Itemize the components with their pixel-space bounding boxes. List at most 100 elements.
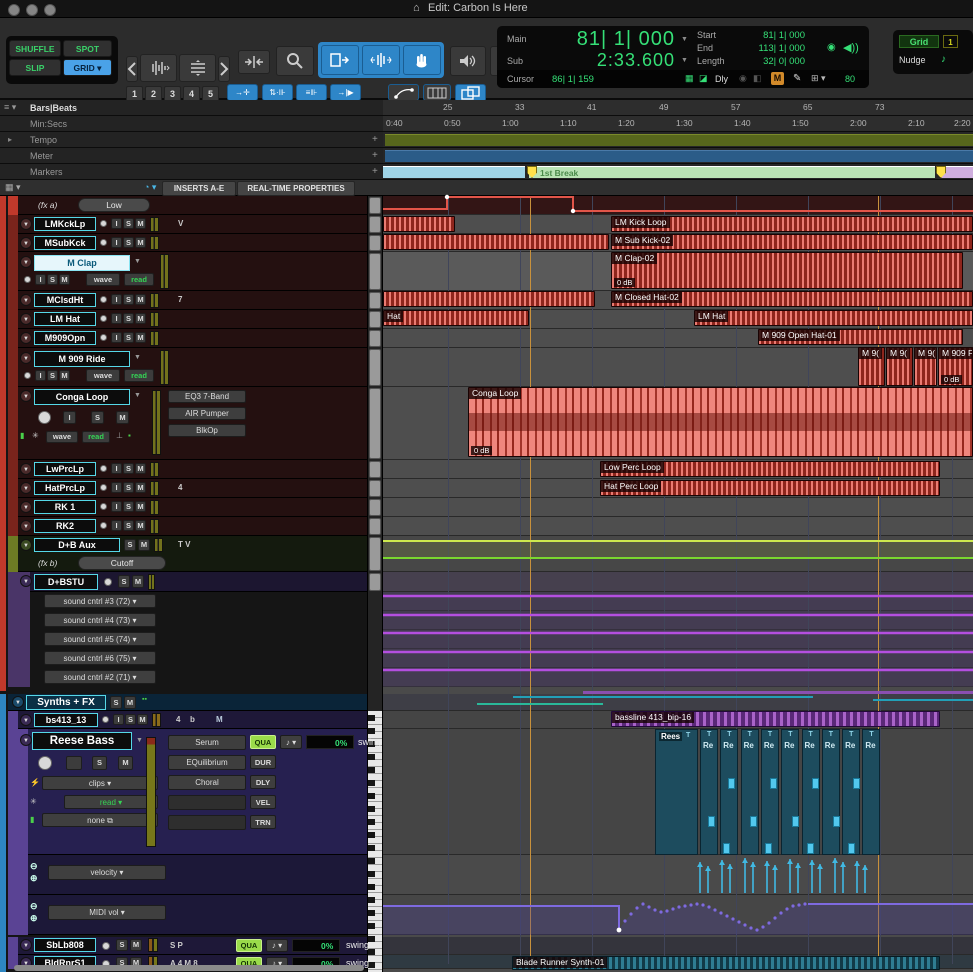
clip-m-clap-02[interactable]: M Clap-020 dB: [611, 252, 963, 289]
track-row-sblb808[interactable]: ▼SbLb808SMS PQUA♪ ▾0%swing: [8, 937, 367, 955]
record-enable-dot[interactable]: [24, 372, 31, 379]
track-name-dropdown-icon[interactable]: ▼: [134, 392, 141, 399]
track-collapse-button[interactable]: ▼: [20, 352, 32, 364]
track-row-conga-loop[interactable]: ▼Conga Loop▼ISM▮✳waveread⊥▪EQ3 7-BandAIR…: [8, 387, 367, 460]
clip-m-closed-hat-02[interactable]: M Closed Hat-02: [611, 291, 973, 307]
link-timeline-edit-button[interactable]: ⇅·⊪: [262, 84, 293, 101]
start-value[interactable]: 81| 1| 000: [735, 30, 805, 41]
ruler-label-barsbeats[interactable]: ≡ ▾Bars|Beats: [0, 100, 383, 116]
lane-remove-icon[interactable]: ⊖: [30, 901, 38, 912]
track-collapse-button[interactable]: ▼: [12, 696, 24, 708]
record-enable-dot[interactable]: [104, 578, 112, 586]
track-scroll-segment[interactable]: [369, 216, 381, 233]
automation-lane-selector[interactable]: sound cntrl #2 (71) ▾: [44, 670, 156, 684]
track-i-button[interactable]: I: [35, 274, 46, 285]
automation-read-button[interactable]: read: [124, 273, 154, 286]
record-enable-dot[interactable]: [100, 484, 107, 491]
midi-note[interactable]: [728, 778, 735, 789]
lane-add-icon[interactable]: ⊕: [30, 873, 38, 884]
track-name[interactable]: bs413_13: [34, 713, 98, 727]
track-scroll-segment[interactable]: [369, 461, 381, 478]
track-name[interactable]: D+B Aux: [34, 538, 120, 552]
lane-type-selector[interactable]: velocity ▾: [48, 865, 166, 880]
track-row-hatprclp[interactable]: ▼HatPrcLpISM4: [8, 479, 367, 498]
track-s-button[interactable]: S: [123, 520, 134, 531]
record-enable-button[interactable]: [38, 756, 52, 770]
waveform-view-button[interactable]: wave: [46, 431, 78, 443]
track-scroll-segment[interactable]: [369, 235, 381, 251]
track-row-msubkck[interactable]: ▼MSubKckISM: [8, 234, 367, 252]
midi-clip-re-8[interactable]: TRe: [862, 729, 880, 855]
track-collapse-button[interactable]: ▼: [20, 463, 32, 475]
link-track-edit-button[interactable]: ≡⊪: [296, 84, 327, 101]
track-row-m909opn[interactable]: ▼M909OpnISM: [8, 329, 367, 348]
clip-m-sub-kick-02[interactable]: M Sub Kick-02: [611, 234, 973, 250]
record-enable-dot[interactable]: [100, 220, 107, 227]
midi-note[interactable]: [812, 778, 819, 789]
edit-mode-slip[interactable]: SLIP: [9, 59, 61, 76]
record-enable-dot[interactable]: [100, 522, 107, 529]
track-i-button[interactable]: I: [111, 482, 122, 493]
track-i-button[interactable]: I: [111, 294, 122, 305]
track-input-button[interactable]: [66, 756, 82, 770]
track-name-dropdown-icon[interactable]: ▼: [136, 737, 143, 744]
midi-clip-rees[interactable]: ReesT: [655, 729, 698, 855]
midi-note[interactable]: [723, 843, 730, 854]
track-row-m-clap[interactable]: ▼M Clap▼ISMwaveread: [8, 252, 367, 291]
smart-tool-hand-button[interactable]: [403, 45, 441, 75]
insert-slot[interactable]: Choral: [168, 775, 246, 790]
track-name[interactable]: Reese Bass: [32, 732, 132, 750]
automation-lane-selector[interactable]: sound cntrl #4 (73) ▾: [44, 613, 156, 627]
track-collapse-button[interactable]: ▼: [20, 332, 32, 344]
record-enable-dot[interactable]: [100, 315, 107, 322]
track-name[interactable]: RK2: [34, 519, 96, 533]
quantize-note-selector[interactable]: ♪ ▾: [266, 939, 288, 952]
realtime-properties-header[interactable]: REAL-TIME PROPERTIES: [237, 181, 355, 196]
track-collapse-button[interactable]: ▼: [20, 313, 32, 325]
midi-note[interactable]: [708, 816, 715, 827]
track-s-button[interactable]: S: [123, 218, 134, 229]
record-enable-dot[interactable]: [24, 276, 31, 283]
track-i-button[interactable]: I: [111, 313, 122, 324]
clip-m-909-f[interactable]: M 909 F0 dB: [938, 347, 973, 386]
track-s-button[interactable]: S: [116, 939, 128, 951]
scrub-tool-button[interactable]: [450, 46, 486, 76]
main-counter-dropdown-icon[interactable]: ▼: [681, 36, 688, 43]
zoom-out-arrow-icon[interactable]: [126, 56, 138, 82]
monitor-icon[interactable]: ▪: [128, 431, 131, 440]
grid-note-badge[interactable]: 1: [943, 35, 958, 48]
track-m-button[interactable]: M: [135, 520, 146, 531]
track-m-button[interactable]: M: [130, 939, 142, 951]
sub-counter-dropdown-icon[interactable]: ▼: [681, 57, 688, 64]
track-i-button[interactable]: I: [111, 237, 122, 248]
audio-zoom-icon[interactable]: [140, 54, 177, 82]
track-s-button[interactable]: S: [118, 575, 130, 588]
insert-slot-empty[interactable]: [168, 795, 246, 810]
track-m-button[interactable]: M: [135, 332, 146, 343]
ruler-add-icon[interactable]: +: [372, 134, 378, 145]
horizontal-scrollbar[interactable]: [14, 965, 364, 971]
ruler-add-icon[interactable]: +: [372, 150, 378, 161]
grid-value-box[interactable]: Grid: [899, 35, 939, 48]
record-enable-dot[interactable]: [100, 503, 107, 510]
track-view-selector[interactable]: clips ▾: [42, 776, 158, 790]
insert-slot[interactable]: Serum: [168, 735, 246, 750]
track-name[interactable]: M 909 Ride: [34, 351, 130, 367]
track-name[interactable]: LwPrcLp: [34, 462, 96, 476]
insert-slot[interactable]: BlkOp: [168, 424, 246, 437]
track-s-button[interactable]: S: [91, 411, 104, 424]
track-name[interactable]: M Clap: [34, 255, 130, 271]
window-close-button[interactable]: [8, 4, 20, 16]
track-m-button[interactable]: M: [135, 218, 146, 229]
track-color-menu-icon[interactable]: ◔ ▾: [144, 182, 156, 193]
ruler-label-meter[interactable]: Meter+: [0, 148, 383, 164]
track-row-fxrow[interactable]: (fx a)Low: [8, 196, 367, 215]
waveform-view-button[interactable]: wave: [86, 369, 120, 382]
track-name[interactable]: LMKckLp: [34, 217, 96, 231]
midi-clip-re-0[interactable]: TRe: [700, 729, 718, 855]
midi-note[interactable]: [807, 843, 814, 854]
record-enable-dot[interactable]: [100, 239, 107, 246]
track-row-bs413-13[interactable]: ▼bs413_13ISM4bM: [8, 711, 367, 729]
rtp-trn-button[interactable]: TRN: [250, 815, 276, 829]
track-s-button[interactable]: S: [110, 696, 122, 709]
